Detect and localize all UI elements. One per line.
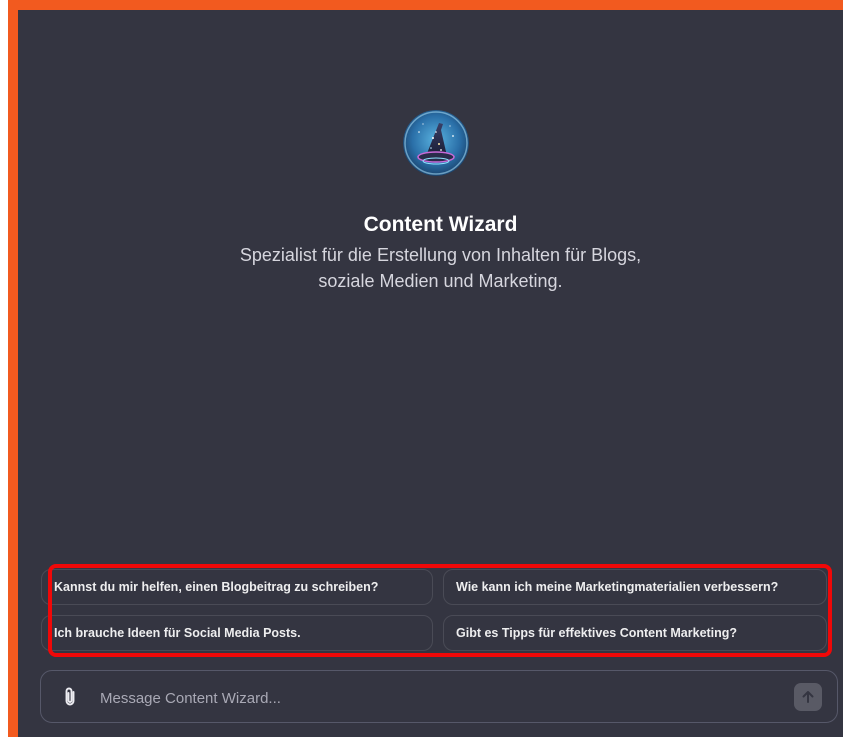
gpt-description-line: Spezialist für die Erstellung von Inhalt…: [239, 245, 642, 265]
gpt-intro: Content Wizard Spezialist für die Erstel…: [18, 10, 843, 550]
arrow-up-icon: [802, 691, 814, 703]
message-input[interactable]: [98, 685, 742, 711]
gpt-description-line: soziale Medien und Marketing.: [318, 271, 563, 291]
accent-border-left: [8, 0, 18, 737]
gpt-description: Spezialist für die Erstellung von Inhalt…: [18, 242, 843, 294]
gpt-title: Content Wizard: [363, 213, 518, 236]
suggestions-highlight: [48, 564, 832, 657]
chat-window: Content Wizard Spezialist für die Erstel…: [18, 10, 843, 737]
wizard-hat-icon: [403, 110, 469, 176]
screenshot-frame: Content Wizard Spezialist für die Erstel…: [0, 0, 843, 737]
send-button[interactable]: [794, 683, 822, 711]
accent-border-top: [8, 0, 843, 10]
message-composer: [40, 670, 838, 723]
paperclip-icon[interactable]: [61, 686, 79, 708]
